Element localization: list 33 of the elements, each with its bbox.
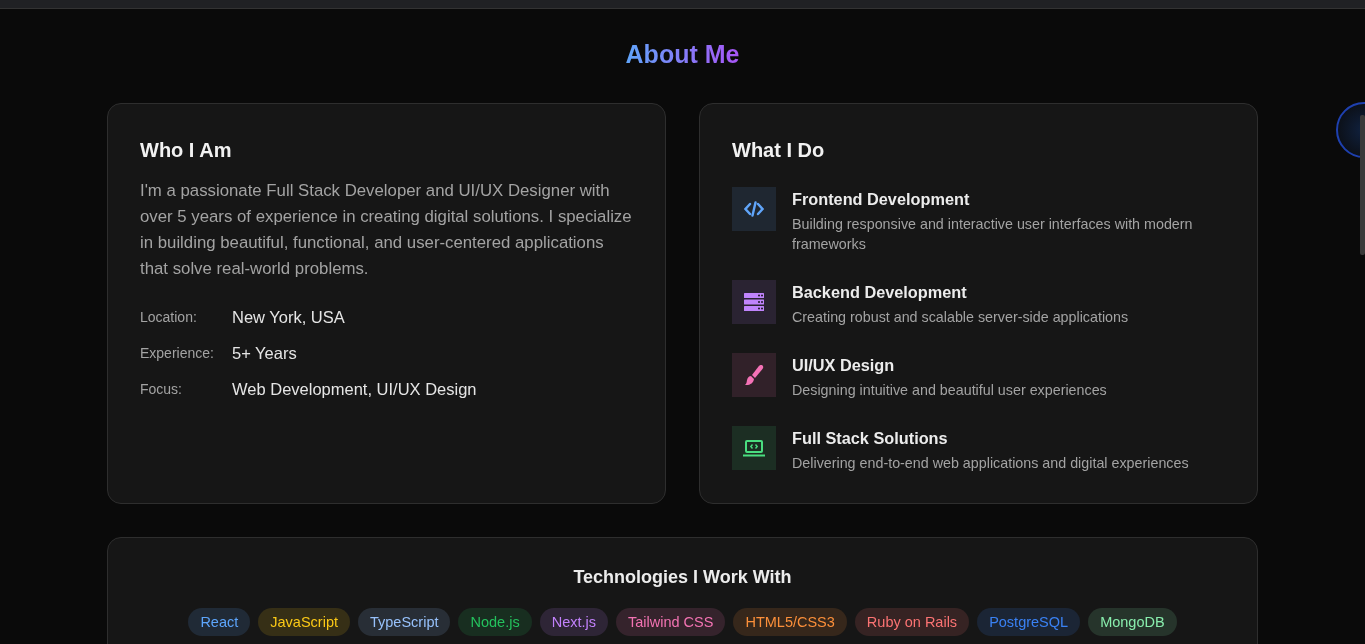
card-heading: Technologies I Work With [572,566,793,588]
laptop-icon [743,439,765,457]
card-heading: Who I Am [140,138,233,162]
code-icon [744,201,764,217]
tech-tag: Ruby on Rails [854,608,970,636]
server-icon [744,293,764,311]
tech-tag: JavaScript [258,608,350,636]
service-description: Creating robust and scalable server-side applications [792,308,1129,327]
tech-tag: Next.js [539,608,608,636]
service-title: Full Stack Solutions [792,428,949,449]
card-heading: What I Do [732,138,826,162]
service-description: Designing intuitive and beautiful user experiences [792,381,1107,400]
tech-tag: MongoDB [1088,608,1177,636]
scrollbar-thumb[interactable] [1360,115,1365,255]
brush-icon [744,364,764,386]
fact-value: 5+ Years [232,343,297,363]
service-description: Building responsive and interactive user interfaces with modern frameworks [792,215,1194,254]
tech-tag: React [188,608,251,636]
fact-label: Location: [140,309,198,325]
tech-tag: HTML5/CSS3 [733,608,847,636]
tech-tag: Node.js [458,608,532,636]
service-title: UI/UX Design [792,355,896,376]
service-title: Frontend Development [792,189,971,210]
fact-value: New York, USA [232,307,345,327]
service-description: Delivering end-to-end web applications and digital experiences [792,454,1189,473]
fact-value: Web Development, UI/UX Design [232,379,477,399]
service-title: Backend Development [792,282,968,303]
tech-tag: Tailwind CSS [616,608,726,636]
tech-tag: PostgreSQL [977,608,1081,636]
fact-label: Focus: [140,381,183,397]
tech-tag: TypeScript [358,608,451,636]
fact-label: Experience: [140,345,215,361]
bio-paragraph: I'm a passionate Full Stack Developer and UI/UX Designer with over 5 years of experience in creating digital solutions. I specialize in building beautiful, functional, and user-centered applications that solve real-world problems. [140,180,633,280]
